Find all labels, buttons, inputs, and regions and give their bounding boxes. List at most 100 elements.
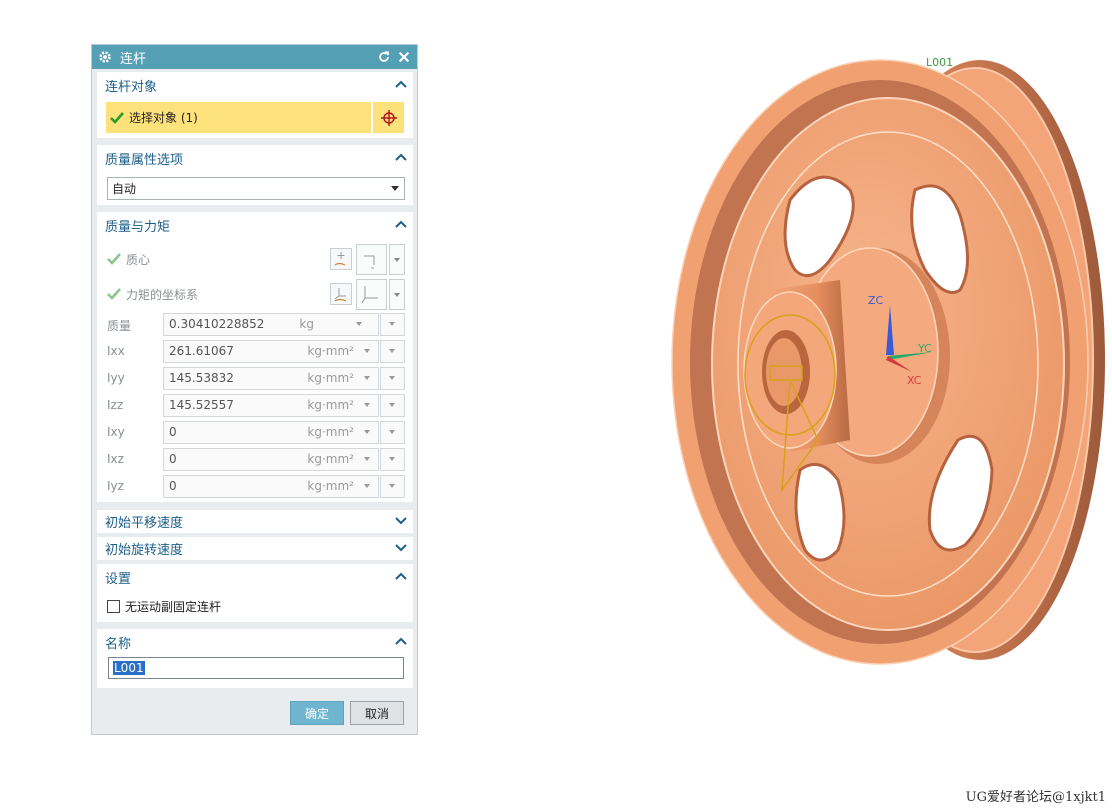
- axis-label-xc: XC: [907, 374, 922, 387]
- section-init-rot-vel: 初始旋转速度: [97, 537, 413, 560]
- csys-icon: [334, 288, 347, 302]
- iyy-expression-dropdown[interactable]: [380, 367, 405, 390]
- chevron-down-icon[interactable]: [395, 516, 407, 526]
- section-title: 质量属性选项: [105, 152, 184, 168]
- ixy-value-field[interactable]: 0 kg·mm²: [163, 421, 379, 444]
- chevron-up-icon[interactable]: [395, 571, 407, 581]
- ixx-row: Ixx 261.61067 kg·mm²: [107, 340, 405, 363]
- point-type-dropdown[interactable]: [389, 244, 405, 275]
- moment-csys-label: 力矩的坐标系: [126, 287, 199, 302]
- select-object-label: 选择对象 (1): [129, 111, 198, 125]
- dialog-titlebar: 连杆: [92, 45, 417, 69]
- section-mass-moment: 质量与力矩 质心 力矩的坐标系 质量 0.30410228852 kg Ixx …: [97, 212, 413, 502]
- select-object-field[interactable]: 选择对象 (1): [106, 102, 372, 133]
- ixz-value-field[interactable]: 0 kg·mm²: [163, 448, 379, 471]
- section-settings: 设置 无运动副固定连杆: [97, 564, 413, 622]
- row-label: Iyy: [107, 371, 125, 385]
- fix-link-checkbox-row[interactable]: 无运动副固定连杆: [107, 593, 221, 619]
- row-value: 0.30410228852: [169, 317, 265, 331]
- chevron-down-icon[interactable]: [395, 543, 407, 553]
- ixz-expression-dropdown[interactable]: [380, 448, 405, 471]
- section-title: 质量与力矩: [105, 219, 171, 235]
- chevron-up-icon[interactable]: [395, 152, 407, 162]
- select-crosshair-button[interactable]: [373, 102, 404, 133]
- chevron-down-icon: [364, 376, 370, 380]
- check-icon: [107, 288, 121, 300]
- izz-expression-dropdown[interactable]: [380, 394, 405, 417]
- watermark: UG爱好者论坛@1xjkt1: [965, 790, 1106, 805]
- mass-value-field[interactable]: 0.30410228852 kg: [163, 313, 379, 336]
- csys-type-dropdown[interactable]: [389, 279, 405, 310]
- izz-value-field[interactable]: 145.52557 kg·mm²: [163, 394, 379, 417]
- section-mass-props: 质量属性选项 自动: [97, 145, 413, 205]
- ixy-expression-dropdown[interactable]: [380, 421, 405, 444]
- pulley-model[interactable]: ZC YC XC L001: [665, 50, 1112, 690]
- section-header-link-object[interactable]: 连杆对象: [97, 72, 413, 98]
- row-label: 质量: [107, 319, 132, 333]
- point-type-button[interactable]: [356, 244, 387, 275]
- section-header-name[interactable]: 名称: [97, 629, 413, 655]
- section-header-settings[interactable]: 设置: [97, 564, 413, 590]
- name-input-value: L001: [113, 661, 145, 675]
- mass-props-dropdown[interactable]: 自动: [107, 177, 405, 200]
- select-object-row[interactable]: 选择对象 (1): [106, 102, 404, 133]
- chevron-down-icon: [364, 349, 370, 353]
- row-unit: kg·mm²: [307, 398, 354, 412]
- fix-link-checkbox[interactable]: [107, 599, 120, 613]
- crosshair-icon: [380, 109, 397, 126]
- ixy-row: Ixy 0 kg·mm²: [107, 421, 405, 444]
- izz-row: Izz 145.52557 kg·mm²: [107, 394, 405, 417]
- section-header-init-rot-vel[interactable]: 初始旋转速度: [97, 537, 413, 560]
- name-input[interactable]: L001: [108, 657, 404, 679]
- chevron-up-icon[interactable]: [395, 79, 407, 89]
- iyy-value-field[interactable]: 145.53832 kg·mm²: [163, 367, 379, 390]
- fix-link-label: 无运动副固定连杆: [125, 599, 222, 614]
- center-of-mass-row[interactable]: 质心: [107, 246, 150, 272]
- ixx-value-field[interactable]: 261.61067 kg·mm²: [163, 340, 379, 363]
- mass-row: 质量 0.30410228852 kg: [107, 313, 405, 336]
- row-unit: kg·mm²: [307, 479, 354, 493]
- close-icon[interactable]: [397, 50, 411, 64]
- section-header-mass-props[interactable]: 质量属性选项: [97, 145, 413, 171]
- section-link-object: 连杆对象 选择对象 (1): [97, 72, 413, 138]
- section-title: 初始平移速度: [105, 516, 184, 531]
- point-icon: [334, 252, 346, 266]
- moment-csys-row[interactable]: 力矩的坐标系: [107, 281, 198, 307]
- gear-icon: [99, 51, 111, 63]
- ixx-expression-dropdown[interactable]: [380, 340, 405, 363]
- iyz-expression-dropdown[interactable]: [380, 475, 405, 498]
- section-init-trans-vel: 初始平移速度: [97, 510, 413, 533]
- center-of-mass-label: 质心: [126, 252, 151, 267]
- row-label: Ixy: [107, 425, 125, 439]
- iyz-row: Iyz 0 kg·mm²: [107, 475, 405, 498]
- check-icon: [110, 111, 124, 124]
- section-title: 初始旋转速度: [105, 543, 184, 558]
- axis-label-yc: YC: [917, 342, 932, 355]
- point-type-icon: [364, 255, 375, 269]
- chevron-down-icon: [356, 322, 362, 326]
- row-unit: kg: [299, 317, 314, 331]
- section-title: 名称: [105, 636, 132, 652]
- row-unit: kg·mm²: [307, 371, 354, 385]
- reset-icon[interactable]: [377, 50, 391, 64]
- section-header-mass-moment[interactable]: 质量与力矩: [97, 212, 413, 238]
- row-value: 145.53832: [169, 371, 234, 385]
- row-value: 0: [169, 479, 177, 493]
- cancel-button[interactable]: 取消: [350, 701, 404, 725]
- chevron-up-icon[interactable]: [395, 636, 407, 646]
- chevron-up-icon[interactable]: [395, 219, 407, 229]
- mass-expression-dropdown[interactable]: [380, 313, 405, 336]
- row-label: Izz: [107, 398, 124, 412]
- row-label: Ixx: [107, 344, 125, 358]
- iyz-value-field[interactable]: 0 kg·mm²: [163, 475, 379, 498]
- section-header-init-trans-vel[interactable]: 初始平移速度: [97, 510, 413, 533]
- row-label: Iyz: [107, 479, 124, 493]
- csys-type-button[interactable]: [356, 279, 387, 310]
- ok-button[interactable]: 确定: [290, 701, 344, 725]
- row-value: 0: [169, 452, 177, 466]
- ixz-row: Ixz 0 kg·mm²: [107, 448, 405, 471]
- csys-dialog-button[interactable]: [330, 283, 352, 305]
- csys-type-icon: [361, 286, 378, 304]
- section-title: 设置: [105, 571, 132, 587]
- point-dialog-button[interactable]: [330, 248, 352, 270]
